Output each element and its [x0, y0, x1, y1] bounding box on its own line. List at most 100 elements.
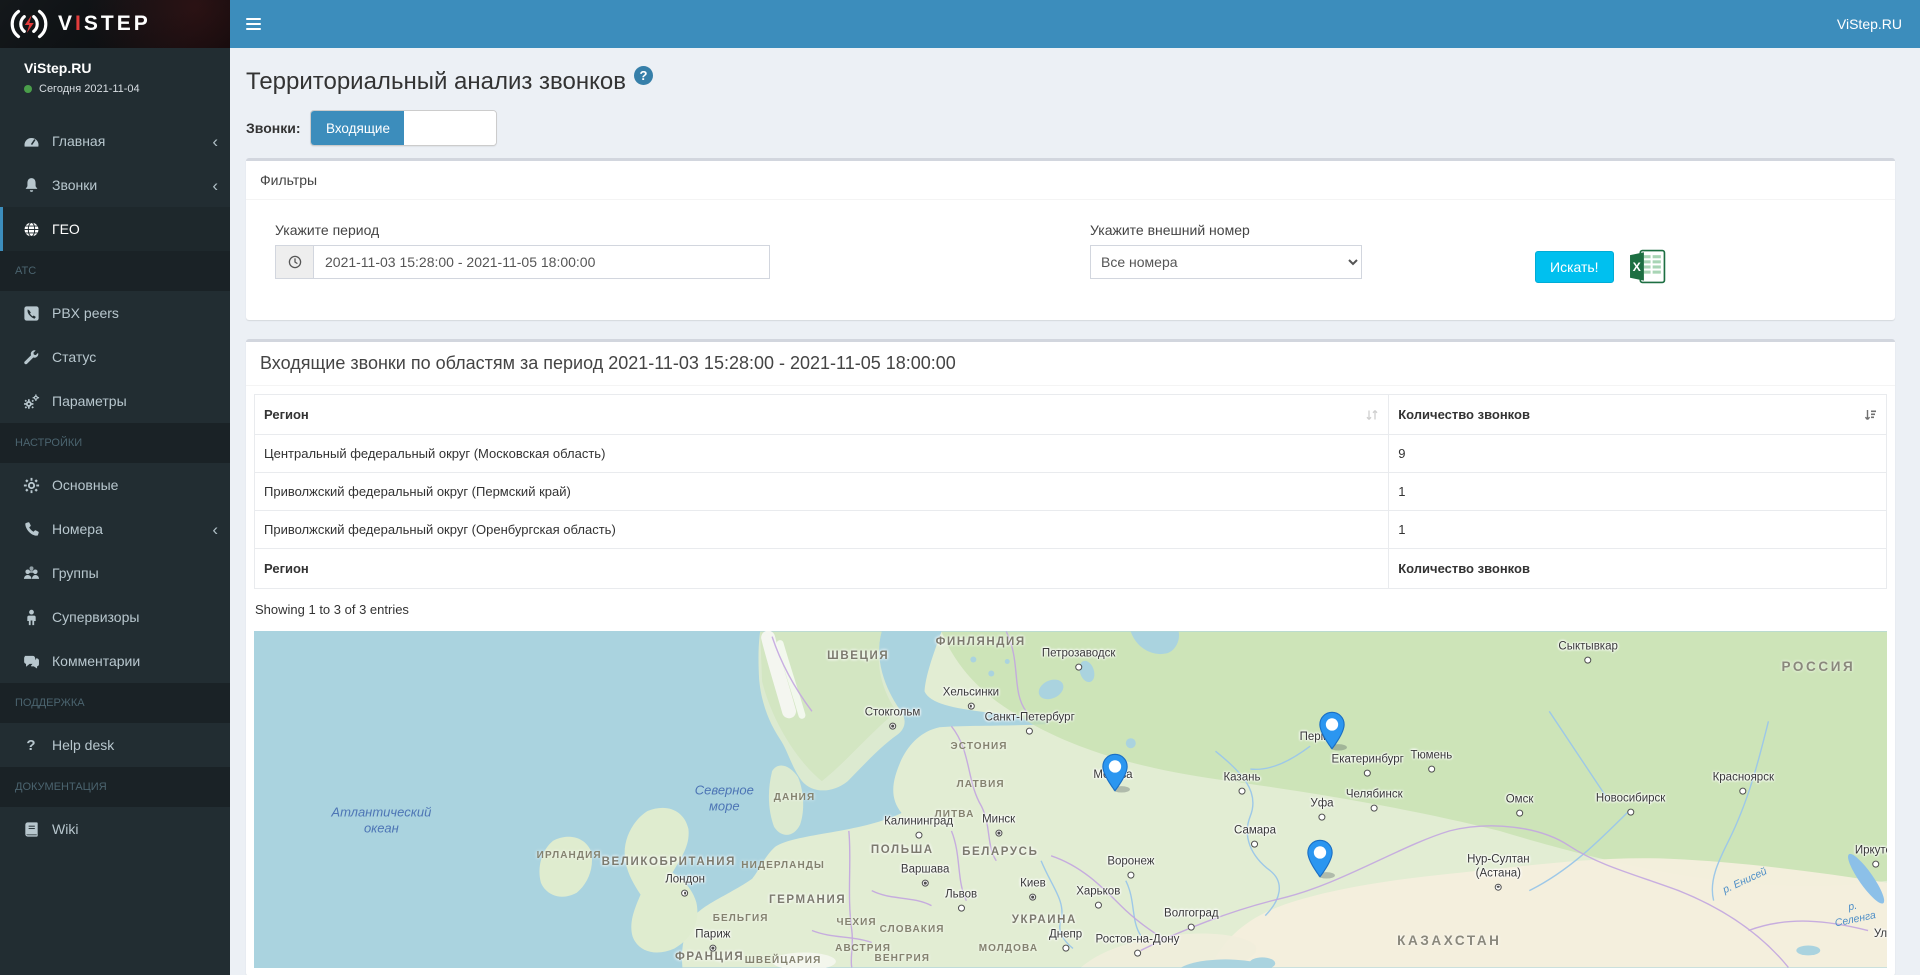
- sidebar-item[interactable]: Номера ‹: [0, 507, 230, 551]
- sidebar-item-label: Главная: [52, 133, 105, 149]
- sidebar-item-label: Статус: [52, 349, 96, 365]
- table-row: Центральный федеральный округ (Московска…: [255, 435, 1887, 473]
- excel-export-icon[interactable]: X: [1629, 249, 1666, 284]
- map-marker-pin-2[interactable]: [1318, 711, 1346, 751]
- topbar: ViStep.RU: [230, 0, 1920, 48]
- user-icon: [21, 607, 41, 627]
- external-number-label: Укажите внешний номер: [1090, 222, 1362, 238]
- today-date: Сегодня 2021-11-04: [39, 83, 140, 95]
- map-marker-pin-3[interactable]: [1306, 839, 1334, 879]
- period-label: Укажите период: [275, 222, 770, 238]
- sidebar-item-label: Help desk: [52, 737, 114, 753]
- count-cell: 1: [1389, 511, 1887, 549]
- table-row: Приволжский федеральный округ (Оренбургс…: [255, 511, 1887, 549]
- region-cell: Приволжский федеральный округ (Оренбургс…: [255, 511, 1389, 549]
- brand-logo[interactable]: VISTEP: [0, 0, 230, 48]
- regions-table: Регион Количество звонков: [254, 394, 1887, 589]
- filters-box: Фильтры Укажите период Укажите внешний н…: [246, 158, 1895, 320]
- external-number-filter: Укажите внешний номер Все номера: [1090, 222, 1362, 279]
- filters-box-body: Укажите период Укажите внешний номер Все…: [246, 200, 1895, 320]
- book-icon: [21, 819, 41, 839]
- phone-icon: [21, 519, 41, 539]
- help-icon[interactable]: ?: [634, 66, 653, 85]
- period-filter: Укажите период: [275, 222, 770, 279]
- sidebar-item[interactable]: Основные: [0, 463, 230, 507]
- page-title: Территориальный анализ звонков ?: [246, 68, 1895, 96]
- sidebar-item[interactable]: ДОКУМЕНТАЦИЯ: [0, 767, 230, 807]
- count-cell: 1: [1389, 473, 1887, 511]
- vistep-logo-icon: [8, 3, 50, 45]
- sidebar-item-label: Основные: [52, 477, 118, 493]
- sidebar-item[interactable]: Комментарии: [0, 639, 230, 683]
- comments-icon: [21, 651, 41, 671]
- filter-actions: Искать! X: [1535, 249, 1666, 284]
- sidebar-item-label: Параметры: [52, 393, 127, 409]
- sidebar-item[interactable]: Параметры: [0, 379, 230, 423]
- sidebar-item[interactable]: НАСТРОЙКИ: [0, 423, 230, 463]
- phone-square-icon: [21, 303, 41, 323]
- gear-icon: [21, 475, 41, 495]
- main-area: ViStep.RU Территориальный анализ звонков…: [230, 0, 1920, 975]
- sidebar-item[interactable]: Wiki: [0, 807, 230, 851]
- calls-direction-toggle[interactable]: Входящие: [310, 110, 497, 146]
- user-name: ViStep.RU: [24, 60, 218, 76]
- sidebar-item[interactable]: Статус: [0, 335, 230, 379]
- sidebar-item[interactable]: PBX peers: [0, 291, 230, 335]
- sidebar-item-label: ПОДДЕРЖКА: [15, 697, 85, 709]
- table-header-row: Регион Количество звонков: [255, 395, 1887, 435]
- sort-both-icon: [1365, 408, 1379, 422]
- sidebar-item-label: Супервизоры: [52, 609, 139, 625]
- table-info: Showing 1 to 3 of 3 entries: [255, 602, 1886, 617]
- user-status: Сегодня 2021-11-04: [24, 83, 218, 95]
- sidebar-item[interactable]: ПОДДЕРЖКА: [0, 683, 230, 723]
- map-marker-pin-1[interactable]: [1101, 753, 1129, 793]
- content: Территориальный анализ звонков ? Звонки:…: [230, 48, 1920, 975]
- dashboard-icon: [21, 131, 41, 151]
- question-icon: ?: [21, 735, 41, 755]
- topbar-brand-link[interactable]: ViStep.RU: [1837, 16, 1920, 32]
- sidebar-item-label: АТС: [15, 265, 36, 277]
- column-header-region[interactable]: Регион: [255, 395, 1389, 435]
- sidebar-item-label: Wiki: [52, 821, 78, 837]
- sidebar-item-label: НАСТРОЙКИ: [15, 437, 82, 449]
- chevron-left-icon: ‹: [212, 521, 218, 538]
- chevron-left-icon: ‹: [212, 177, 218, 194]
- sidebar: VISTEP ViStep.RU Сегодня 2021-11-04 Глав…: [0, 0, 230, 975]
- sidebar-item[interactable]: ? Help desk: [0, 723, 230, 767]
- sidebar-item-label: Звонки: [52, 177, 97, 193]
- sidebar-item[interactable]: Группы: [0, 551, 230, 595]
- pin-icon: [1318, 711, 1346, 751]
- sidebar-item[interactable]: АТС: [0, 251, 230, 291]
- calls-direction-row: Звонки: Входящие: [246, 110, 1895, 146]
- sidebar-item[interactable]: ГЕО: [0, 207, 230, 251]
- map[interactable]: ФИНЛЯНДИЯ ШВЕЦИЯ РОССИЯ ЭСТОНИЯ: [254, 631, 1887, 968]
- pin-icon: [1306, 839, 1334, 879]
- toggle-handle[interactable]: [404, 111, 496, 145]
- clock-icon: [275, 245, 313, 279]
- sidebar-item-label: ГЕО: [52, 221, 80, 237]
- calls-toggle-label: Звонки:: [246, 120, 300, 136]
- bell-icon: [21, 175, 41, 195]
- sidebar-item[interactable]: Звонки ‹: [0, 163, 230, 207]
- column-header-count[interactable]: Количество звонков: [1389, 395, 1887, 435]
- search-button[interactable]: Искать!: [1535, 251, 1614, 283]
- wrench-icon: [21, 347, 41, 367]
- svg-text:X: X: [1632, 260, 1641, 274]
- app: VISTEP ViStep.RU Сегодня 2021-11-04 Глав…: [0, 0, 1920, 975]
- gears-icon: [21, 391, 41, 411]
- sidebar-item[interactable]: Супервизоры: [0, 595, 230, 639]
- pin-icon: [1101, 753, 1129, 793]
- results-box-title: Входящие звонки по областям за период 20…: [246, 342, 1895, 386]
- sort-desc-icon: [1863, 408, 1877, 422]
- sidebar-menu: Главная ‹ Звонки ‹ ГЕО АТС PBX peers: [0, 119, 230, 851]
- toggle-active-option[interactable]: Входящие: [311, 111, 404, 145]
- period-input[interactable]: [313, 245, 770, 279]
- region-cell: Приволжский федеральный округ (Пермский …: [255, 473, 1389, 511]
- external-number-select[interactable]: Все номера: [1090, 245, 1362, 279]
- sidebar-item[interactable]: Главная ‹: [0, 119, 230, 163]
- sidebar-item-label: Номера: [52, 521, 103, 537]
- filters-box-title: Фильтры: [246, 161, 1895, 200]
- sidebar-item-label: ДОКУМЕНТАЦИЯ: [15, 781, 107, 793]
- sidebar-item-label: Группы: [52, 565, 99, 581]
- hamburger-menu-icon[interactable]: [230, 0, 276, 48]
